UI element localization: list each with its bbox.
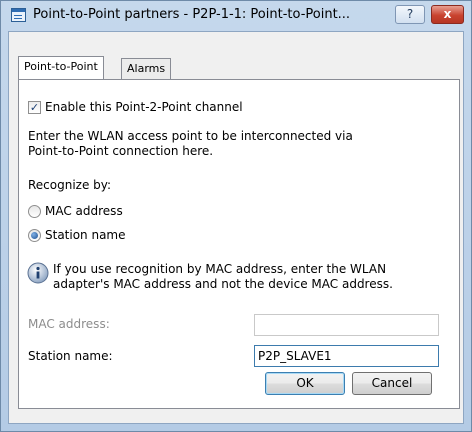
station-name-input[interactable]: P2P_SLAVE1 <box>254 345 439 367</box>
dialog-client-area: Point-to-Point Alarms ✓ Enable this Poin… <box>8 31 464 424</box>
enable-p2p-label[interactable]: Enable this Point-2-Point channel <box>45 100 243 114</box>
dialog-window: Point-to-Point partners - P2P-1-1: Point… <box>0 0 472 432</box>
intro-text-line1: Enter the WLAN access point to be interc… <box>28 129 353 143</box>
intro-text-line2: Point-to-Point connection here. <box>28 144 214 158</box>
help-button[interactable]: ? <box>395 5 425 24</box>
window-title: Point-to-Point partners - P2P-1-1: Point… <box>33 7 351 22</box>
tab-point-to-point[interactable]: Point-to-Point <box>18 56 104 79</box>
mac-address-radio[interactable] <box>28 205 41 218</box>
ok-button[interactable]: OK <box>265 372 345 395</box>
window-icon <box>11 8 26 22</box>
station-name-radio-label[interactable]: Station name <box>45 228 126 242</box>
mac-address-radio-label[interactable]: MAC address <box>45 204 123 218</box>
enable-p2p-checkbox[interactable]: ✓ <box>28 101 41 114</box>
cancel-button[interactable]: Cancel <box>352 372 432 395</box>
info-text-line2: adapter's MAC address and not the device… <box>53 277 393 291</box>
info-icon <box>27 262 49 284</box>
station-name-radio[interactable] <box>28 229 41 242</box>
recognize-by-label: Recognize by: <box>28 178 112 192</box>
title-bar[interactable]: Point-to-Point partners - P2P-1-1: Point… <box>1 1 471 31</box>
close-button[interactable]: x <box>431 5 464 24</box>
help-icon: ? <box>406 7 414 21</box>
tab-panel: ✓ Enable this Point-2-Point channel Ente… <box>18 79 460 409</box>
station-name-label: Station name: <box>28 349 113 363</box>
mac-address-input[interactable] <box>254 314 439 336</box>
info-text-line1: If you use recognition by MAC address, e… <box>53 262 387 276</box>
tab-alarms[interactable]: Alarms <box>121 58 172 79</box>
close-icon: x <box>443 7 452 21</box>
mac-address-label: MAC address: <box>28 317 110 331</box>
